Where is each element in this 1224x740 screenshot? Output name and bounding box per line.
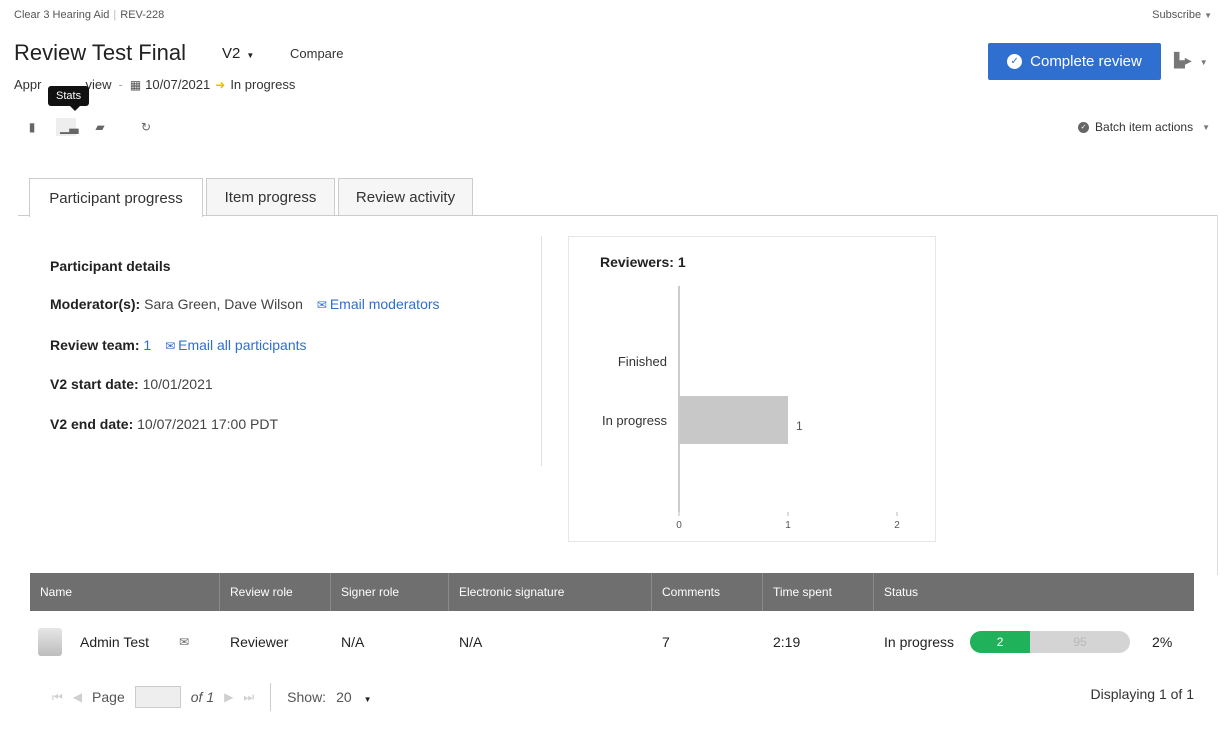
page-of-label: of 1 — [190, 689, 215, 705]
review-team-count[interactable]: 1 — [143, 337, 151, 353]
breadcrumb: Clear 3 Hearing Aid | REV-228 — [14, 9, 165, 21]
first-page-icon[interactable]: ⏮ — [52, 690, 63, 705]
breadcrumb-project[interactable]: Clear 3 Hearing Aid — [14, 9, 109, 21]
start-date-value: 10/01/2021 — [142, 376, 213, 392]
table-row[interactable]: Admin Test ✉ Reviewer N/A N/A 7 2:19 In … — [30, 622, 1194, 662]
review-status: In progress — [230, 77, 296, 92]
page-size-value: 20 — [336, 689, 352, 705]
export-icon: ▙▸ — [1174, 52, 1192, 68]
check-circle-icon: ✓ — [1078, 121, 1090, 133]
tab-item-progress[interactable]: Item progress — [206, 178, 335, 216]
chart-category-label: Finished — [618, 354, 667, 369]
moderators-label: Moderator(s): — [50, 296, 141, 312]
pagination: ⏮ ◀ Page of 1 ▶ ⏭ Show: 20 ▼ — [52, 683, 372, 711]
column-header-signer-role[interactable]: Signer role — [331, 573, 449, 611]
participant-details-heading: Participant details — [50, 258, 171, 274]
comments-cell: 7 — [662, 634, 670, 650]
chevron-down-icon: ▼ — [1204, 11, 1212, 20]
column-header-comments[interactable]: Comments — [652, 573, 763, 611]
breadcrumb-id[interactable]: REV-228 — [120, 9, 164, 21]
chart-x-tick-label: 1 — [785, 520, 791, 531]
end-date-value: 10/07/2021 17:00 PDT — [137, 416, 279, 432]
review-date: 10/07/2021 — [145, 77, 211, 92]
subscribe-label: Subscribe — [1152, 9, 1202, 21]
email-all-participants-link[interactable]: Email all participants — [178, 337, 306, 353]
moderators-value: Sara Green, Dave Wilson — [144, 296, 303, 312]
chart-x-tick-label: 2 — [894, 520, 900, 531]
review-type-suffix: view — [85, 77, 112, 92]
chart-x-tick-label: 0 — [676, 520, 682, 531]
column-header-name[interactable]: Name — [30, 573, 220, 611]
signer-role-cell: N/A — [341, 634, 365, 650]
export-menu[interactable]: ▙▸ ▼ — [1174, 52, 1208, 69]
chevron-down-icon: ▼ — [363, 695, 372, 704]
version-dropdown[interactable]: V2 ▼ — [222, 45, 254, 62]
participant-name: Admin Test — [80, 634, 149, 650]
chart-category-label: In progress — [602, 413, 668, 428]
complete-review-label: Complete review — [1030, 53, 1142, 70]
end-date-label: V2 end date: — [50, 416, 134, 432]
time-spent-cell: 2:19 — [773, 634, 801, 650]
review-type-prefix: Appr — [14, 77, 42, 92]
review-role-cell: Reviewer — [230, 634, 289, 650]
toolbar: ▮ ▁▃ ▰ ↻ — [22, 118, 156, 136]
chart-bar — [679, 396, 788, 444]
last-page-icon[interactable]: ⏭ — [243, 690, 254, 705]
batch-item-actions[interactable]: ✓ Batch item actions ▼ — [1078, 120, 1210, 134]
column-header-status[interactable]: Status — [874, 573, 1194, 611]
page-size-select[interactable]: 20 ▼ — [336, 689, 372, 705]
complete-review-button[interactable]: ✓ Complete review — [988, 43, 1161, 80]
check-circle-icon: ✓ — [1007, 54, 1023, 69]
pager-divider — [270, 683, 272, 711]
progress-done: 2 — [970, 631, 1031, 653]
tab-review-activity[interactable]: Review activity — [338, 178, 473, 216]
participant-details: Participant details Moderator(s): Sara G… — [32, 236, 542, 466]
reviewers-chart: Finished In progress 1 0 1 2 — [602, 286, 900, 531]
envelope-icon: ✉ — [316, 298, 327, 312]
chevron-down-icon: ▼ — [1202, 122, 1210, 132]
tab-participant-progress[interactable]: Participant progress — [29, 178, 203, 217]
column-header-electronic-signature[interactable]: Electronic signature — [449, 573, 652, 611]
arrow-right-icon: ➜ — [215, 77, 226, 92]
start-date-label: V2 start date: — [50, 376, 139, 392]
esignature-cell: N/A — [459, 634, 483, 650]
stats-icon[interactable]: ▁▃ — [56, 118, 78, 136]
show-label: Show: — [287, 689, 327, 705]
compare-button[interactable]: Compare — [290, 46, 343, 61]
table-header: Name Review role Signer role Electronic … — [30, 573, 1194, 611]
progress-remaining: 95 — [1073, 635, 1087, 649]
refresh-icon[interactable]: ↻ — [136, 120, 156, 134]
subscribe-dropdown[interactable]: Subscribe ▼ — [1152, 9, 1212, 21]
previous-page-icon[interactable]: ◀ — [73, 690, 82, 704]
envelope-icon: ✉ — [165, 339, 176, 353]
page-title: Review Test Final — [14, 40, 186, 65]
calendar-icon: ▦ — [129, 77, 142, 92]
column-header-review-role[interactable]: Review role — [220, 573, 331, 611]
page-label: Page — [92, 689, 125, 705]
email-moderators-link[interactable]: Email moderators — [330, 296, 440, 312]
progress-percent: 2% — [1152, 634, 1173, 650]
status-cell: In progress — [884, 634, 955, 650]
chevron-down-icon: ▼ — [246, 51, 255, 60]
page-input[interactable] — [134, 686, 181, 708]
version-label: V2 — [222, 45, 241, 62]
next-page-icon[interactable]: ▶ — [224, 690, 233, 704]
chart-data-label: 1 — [796, 419, 803, 433]
avatar — [38, 628, 62, 656]
stats-tooltip: Stats — [48, 86, 90, 111]
batch-item-actions-label: Batch item actions — [1095, 120, 1194, 134]
envelope-icon[interactable]: ✉ — [179, 635, 189, 649]
tab-panel-border-right — [1217, 215, 1218, 575]
displaying-count: Displaying 1 of 1 — [1090, 686, 1194, 702]
chevron-down-icon: ▼ — [1199, 58, 1208, 67]
progress-bar: 2 95 — [970, 631, 1131, 653]
document-icon[interactable]: ▮ — [22, 120, 42, 134]
column-header-time-spent[interactable]: Time spent — [763, 573, 874, 611]
review-team-label: Review team: — [50, 337, 140, 353]
comment-icon[interactable]: ▰ — [90, 120, 110, 134]
